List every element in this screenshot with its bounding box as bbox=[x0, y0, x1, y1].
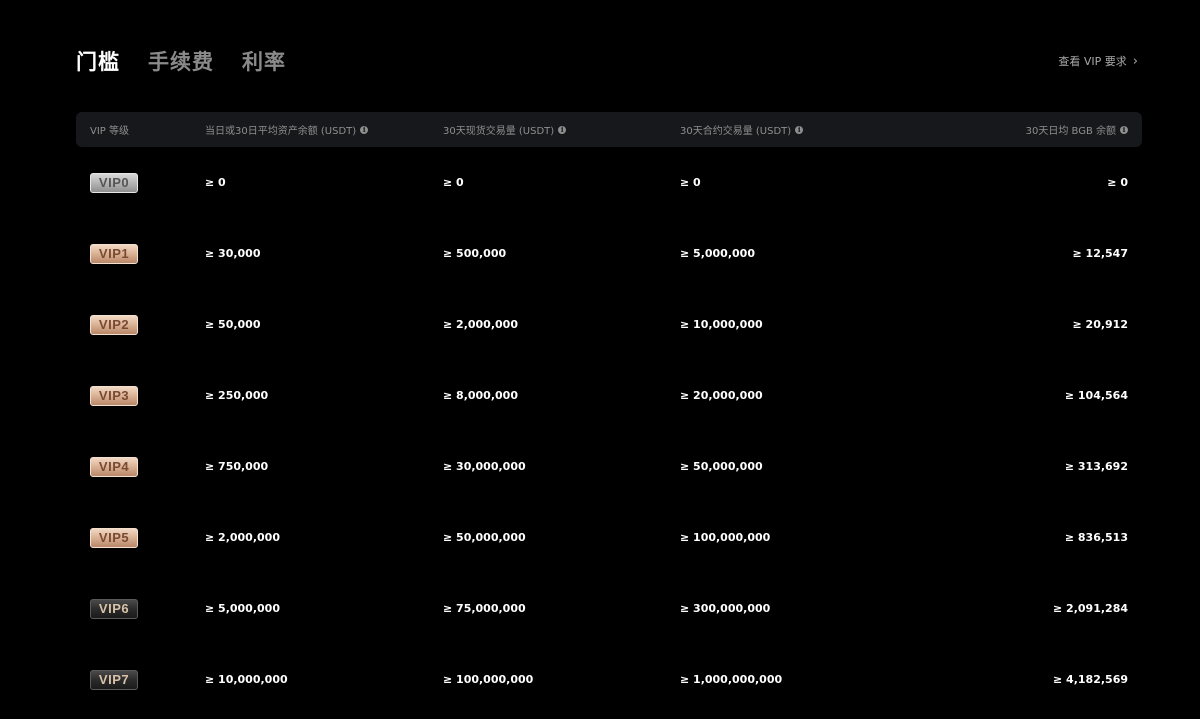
vip-link-label: 查看 VIP 要求 bbox=[1058, 55, 1127, 68]
table-row: VIP3 ≥ 250,000 ≥ 8,000,000 ≥ 20,000,000 … bbox=[76, 360, 1142, 431]
bgb-cell: ≥ 836,513 bbox=[1064, 531, 1128, 544]
info-icon[interactable]: i bbox=[1120, 125, 1128, 134]
header-spot-volume-label: 30天现货交易量 (USDT) bbox=[443, 126, 555, 137]
header-asset-balance: 当日或30日平均资产余额 (USDT) i bbox=[205, 112, 369, 147]
futures-cell: ≥ 1,000,000,000 bbox=[680, 673, 783, 686]
vip-badge: VIP6 bbox=[90, 598, 138, 619]
info-icon[interactable]: i bbox=[558, 125, 567, 134]
spot-cell: ≥ 100,000,000 bbox=[443, 673, 534, 686]
header-bgb-balance: 30天日均 BGB 余额 i bbox=[1026, 112, 1128, 147]
table-row: VIP2 ≥ 50,000 ≥ 2,000,000 ≥ 10,000,000 ≥… bbox=[76, 289, 1142, 360]
header-futures-volume: 30天合约交易量 (USDT) i bbox=[680, 112, 804, 147]
vip-level-cell: VIP6 bbox=[90, 573, 138, 644]
asset-cell: ≥ 750,000 bbox=[205, 460, 269, 473]
tab-fees[interactable]: 手续费 bbox=[148, 44, 214, 80]
spot-cell: ≥ 500,000 bbox=[443, 247, 507, 260]
table-row: VIP1 ≥ 30,000 ≥ 500,000 ≥ 5,000,000 ≥ 12… bbox=[76, 218, 1142, 289]
table-body: VIP0 ≥ 0 ≥ 0 ≥ 0 ≥ 0 VIP1 ≥ 30,000 ≥ 500… bbox=[76, 147, 1142, 715]
tab-bar: 门槛 手续费 利率 bbox=[76, 44, 314, 80]
futures-cell: ≥ 5,000,000 bbox=[680, 247, 755, 260]
bgb-cell: ≥ 20,912 bbox=[1072, 318, 1129, 331]
vip-badge: VIP5 bbox=[90, 527, 138, 548]
bgb-cell: ≥ 0 bbox=[1107, 176, 1128, 189]
vip-level-cell: VIP1 bbox=[90, 218, 138, 289]
vip-badge: VIP3 bbox=[90, 385, 138, 406]
futures-cell: ≥ 100,000,000 bbox=[680, 531, 771, 544]
vip-level-cell: VIP2 bbox=[90, 289, 138, 360]
spot-cell: ≥ 0 bbox=[443, 176, 464, 189]
table-row: VIP5 ≥ 2,000,000 ≥ 50,000,000 ≥ 100,000,… bbox=[76, 502, 1142, 573]
vip-level-cell: VIP7 bbox=[90, 644, 138, 715]
table-header: VIP 等级 当日或30日平均资产余额 (USDT) i 30天现货交易量 (U… bbox=[76, 112, 1142, 147]
bgb-cell: ≥ 313,692 bbox=[1064, 460, 1128, 473]
tab-threshold[interactable]: 门槛 bbox=[76, 44, 120, 80]
vip-badge: VIP1 bbox=[90, 243, 138, 264]
vip-level-cell: VIP5 bbox=[90, 502, 138, 573]
vip-level-cell: VIP0 bbox=[90, 147, 138, 218]
vip-badge: VIP7 bbox=[90, 669, 138, 690]
spot-cell: ≥ 30,000,000 bbox=[443, 460, 526, 473]
bgb-cell: ≥ 2,091,284 bbox=[1053, 602, 1128, 615]
asset-cell: ≥ 0 bbox=[205, 176, 226, 189]
vip-threshold-table: VIP 等级 当日或30日平均资产余额 (USDT) i 30天现货交易量 (U… bbox=[76, 112, 1142, 690]
view-vip-requirements-link[interactable]: 查看 VIP 要求 › bbox=[1058, 52, 1138, 72]
info-icon[interactable]: i bbox=[360, 125, 369, 134]
asset-cell: ≥ 50,000 bbox=[205, 318, 261, 331]
vip-badge: VIP2 bbox=[90, 314, 138, 335]
asset-cell: ≥ 250,000 bbox=[205, 389, 269, 402]
vip-badge: VIP0 bbox=[90, 172, 138, 193]
futures-cell: ≥ 0 bbox=[680, 176, 701, 189]
futures-cell: ≥ 50,000,000 bbox=[680, 460, 763, 473]
table-row: VIP0 ≥ 0 ≥ 0 ≥ 0 ≥ 0 bbox=[76, 147, 1142, 218]
spot-cell: ≥ 2,000,000 bbox=[443, 318, 518, 331]
futures-cell: ≥ 300,000,000 bbox=[680, 602, 771, 615]
asset-cell: ≥ 5,000,000 bbox=[205, 602, 280, 615]
futures-cell: ≥ 20,000,000 bbox=[680, 389, 763, 402]
bgb-cell: ≥ 104,564 bbox=[1064, 389, 1128, 402]
header-bgb-balance-label: 30天日均 BGB 余额 bbox=[1025, 126, 1116, 137]
table-row: VIP6 ≥ 5,000,000 ≥ 75,000,000 ≥ 300,000,… bbox=[76, 573, 1142, 644]
table-row: VIP7 ≥ 10,000,000 ≥ 100,000,000 ≥ 1,000,… bbox=[76, 644, 1142, 715]
header-vip-level-label: VIP 等级 bbox=[90, 126, 129, 137]
header-asset-balance-label: 当日或30日平均资产余额 (USDT) bbox=[205, 126, 357, 137]
tab-interest-rate[interactable]: 利率 bbox=[242, 44, 286, 80]
asset-cell: ≥ 10,000,000 bbox=[205, 673, 288, 686]
vip-level-cell: VIP3 bbox=[90, 360, 138, 431]
vip-level-cell: VIP4 bbox=[90, 431, 138, 502]
bgb-cell: ≥ 4,182,569 bbox=[1053, 673, 1128, 686]
bgb-cell: ≥ 12,547 bbox=[1072, 247, 1129, 260]
vip-badge: VIP4 bbox=[90, 456, 138, 477]
spot-cell: ≥ 50,000,000 bbox=[443, 531, 526, 544]
header-futures-volume-label: 30天合约交易量 (USDT) bbox=[680, 126, 792, 137]
spot-cell: ≥ 8,000,000 bbox=[443, 389, 518, 402]
spot-cell: ≥ 75,000,000 bbox=[443, 602, 526, 615]
header-vip-level: VIP 等级 bbox=[90, 112, 129, 147]
chevron-right-icon: › bbox=[1132, 54, 1138, 69]
table-row: VIP4 ≥ 750,000 ≥ 30,000,000 ≥ 50,000,000… bbox=[76, 431, 1142, 502]
futures-cell: ≥ 10,000,000 bbox=[680, 318, 763, 331]
info-icon[interactable]: i bbox=[795, 125, 804, 134]
asset-cell: ≥ 2,000,000 bbox=[205, 531, 280, 544]
asset-cell: ≥ 30,000 bbox=[205, 247, 261, 260]
header-spot-volume: 30天现货交易量 (USDT) i bbox=[443, 112, 567, 147]
